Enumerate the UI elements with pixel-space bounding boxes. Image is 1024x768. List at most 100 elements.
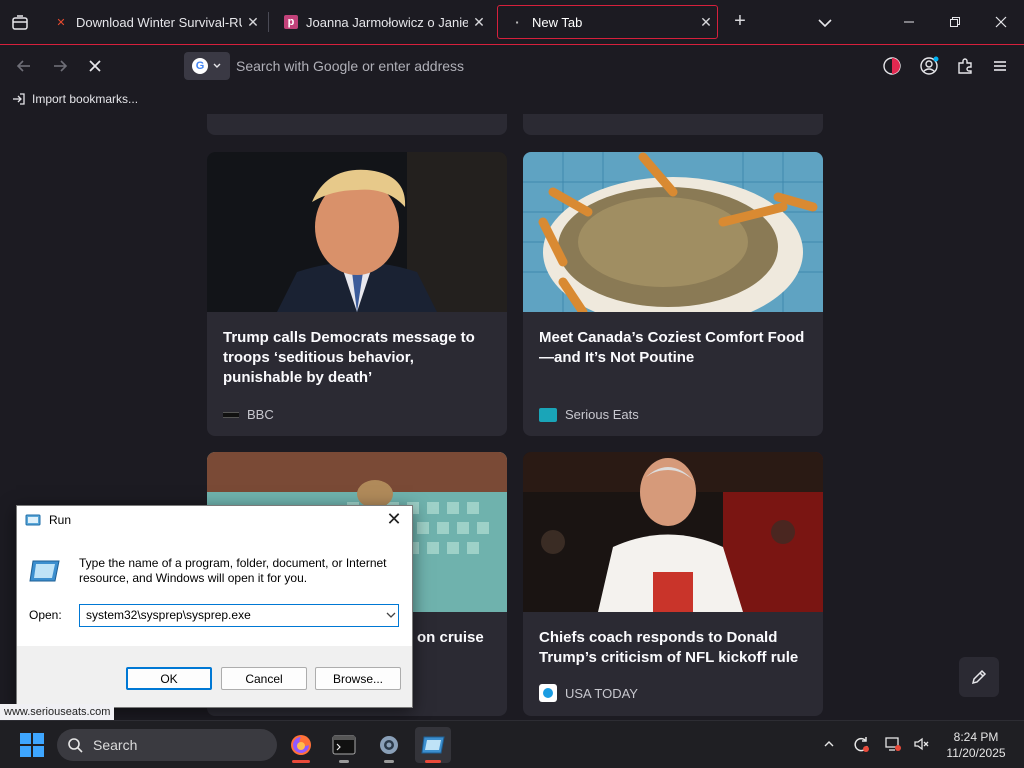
tab-close-icon[interactable]: ✕ bbox=[242, 14, 264, 31]
firefox-favicon-icon: ▪ bbox=[515, 17, 519, 27]
run-body: Type the name of a program, folder, docu… bbox=[17, 534, 412, 646]
stop-button[interactable] bbox=[82, 54, 108, 78]
tab-new-tab[interactable]: ▪ New Tab ✕ bbox=[497, 5, 718, 39]
restore-button[interactable] bbox=[940, 8, 970, 36]
app-menu-button[interactable] bbox=[988, 54, 1012, 78]
tab-close-icon[interactable]: ✕ bbox=[468, 14, 490, 31]
import-icon bbox=[13, 93, 25, 105]
x-favicon-icon: ✕ bbox=[56, 16, 66, 29]
arrow-right-icon bbox=[54, 60, 68, 72]
clock[interactable]: 8:24 PM 11/20/2025 bbox=[940, 729, 1012, 761]
extensions-button[interactable] bbox=[953, 54, 977, 78]
tab-joanna[interactable]: p Joanna Jarmołowicz o Janie Kró ✕ bbox=[272, 5, 490, 39]
tab-strip: ✕ Download Winter Survival-RUNE ✕ p Joan… bbox=[0, 0, 1024, 45]
running-indicator bbox=[292, 760, 310, 763]
volume-tray-button[interactable] bbox=[910, 733, 932, 755]
taskbar-search[interactable]: Search bbox=[57, 729, 277, 761]
windows-logo-icon bbox=[20, 733, 31, 744]
sync-icon bbox=[854, 737, 869, 752]
minimize-icon bbox=[904, 21, 914, 23]
status-url: www.seriouseats.com bbox=[0, 704, 115, 720]
story-card[interactable]: Chiefs coach responds to Donald Trump’s … bbox=[523, 452, 823, 716]
story-card-partial[interactable] bbox=[523, 114, 823, 135]
speaker-muted-icon bbox=[914, 737, 929, 751]
new-tab-button[interactable]: + bbox=[728, 10, 752, 34]
taskbar-settings[interactable] bbox=[371, 727, 407, 763]
taskbar-terminal[interactable] bbox=[326, 727, 362, 763]
url-input[interactable]: Search with Google or enter address bbox=[236, 58, 464, 74]
usa-today-logo-icon bbox=[539, 684, 557, 702]
tab-title: Download Winter Survival-RUNE bbox=[76, 14, 242, 30]
arrow-left-icon bbox=[16, 60, 30, 72]
running-indicator bbox=[425, 760, 441, 763]
network-icon bbox=[885, 737, 901, 751]
firefox-relay-icon bbox=[883, 57, 901, 75]
close-icon[interactable]: ✕ bbox=[382, 508, 406, 532]
run-icon bbox=[421, 736, 445, 754]
import-bookmarks-button[interactable]: Import bookmarks... bbox=[12, 92, 138, 106]
navigation-toolbar: G Search with Google or enter address bbox=[0, 46, 1024, 86]
forward-button[interactable] bbox=[47, 54, 73, 78]
search-icon bbox=[68, 738, 83, 753]
search-engine-button[interactable]: G bbox=[184, 52, 230, 80]
bookmarks-toolbar: Import bookmarks... bbox=[0, 86, 1024, 114]
close-icon bbox=[995, 16, 1007, 28]
windows-logo-icon bbox=[20, 746, 31, 757]
run-title: Run bbox=[49, 513, 72, 527]
restore-icon bbox=[950, 17, 960, 27]
open-input[interactable]: system32\sysprep\sysprep.exe bbox=[79, 604, 399, 627]
show-hidden-icons-button[interactable] bbox=[818, 733, 840, 755]
stop-icon bbox=[89, 60, 101, 72]
story-headline: Chiefs coach responds to Donald Trump’s … bbox=[539, 629, 799, 666]
tab-separator bbox=[268, 12, 269, 32]
story-headline: Trump calls Democrats message to troops … bbox=[223, 329, 475, 386]
story-headline: on cruise bbox=[417, 629, 484, 646]
browse-button[interactable]: Browse... bbox=[315, 667, 401, 690]
run-program-icon bbox=[29, 560, 60, 582]
firefox-view-icon bbox=[12, 15, 28, 30]
ok-button[interactable]: OK bbox=[126, 667, 212, 690]
taskbar-run[interactable] bbox=[415, 727, 451, 763]
open-label: Open: bbox=[29, 608, 62, 622]
run-dialog: Run ✕ Type the name of a program, folder… bbox=[16, 505, 413, 708]
p-favicon-icon: p bbox=[284, 15, 298, 29]
account-extension-button[interactable] bbox=[880, 54, 904, 78]
cancel-button[interactable]: Cancel bbox=[221, 667, 307, 690]
list-all-tabs-button[interactable] bbox=[814, 12, 836, 34]
run-titlebar[interactable]: Run ✕ bbox=[17, 506, 412, 534]
story-image bbox=[523, 452, 823, 612]
story-card[interactable]: Trump calls Democrats message to troops … bbox=[207, 152, 507, 436]
tab-title: Joanna Jarmołowicz o Janie Kró bbox=[306, 14, 468, 30]
story-card-partial[interactable] bbox=[207, 114, 507, 135]
story-headline: Meet Canada’s Coziest Comfort Food—and I… bbox=[539, 329, 805, 366]
plus-icon: + bbox=[734, 10, 746, 32]
chevron-down-icon bbox=[386, 612, 396, 618]
run-icon bbox=[25, 514, 41, 526]
story-source: Serious Eats bbox=[539, 407, 639, 422]
close-window-button[interactable] bbox=[986, 8, 1016, 36]
tab-winter-survival[interactable]: ✕ Download Winter Survival-RUNE ✕ bbox=[42, 5, 264, 39]
clock-time: 8:24 PM bbox=[953, 730, 999, 744]
customize-button[interactable] bbox=[959, 657, 999, 697]
bbc-logo-icon bbox=[223, 411, 239, 418]
update-tray-button[interactable] bbox=[850, 733, 872, 755]
story-source: BBC bbox=[223, 407, 274, 422]
url-bar[interactable]: G Search with Google or enter address bbox=[184, 52, 864, 80]
terminal-icon bbox=[332, 735, 356, 755]
source-label: BBC bbox=[247, 407, 274, 422]
windows-logo-icon bbox=[33, 733, 44, 744]
clock-date: 11/20/2025 bbox=[946, 746, 1006, 760]
tab-close-icon[interactable]: ✕ bbox=[695, 14, 717, 31]
pencil-icon bbox=[971, 669, 987, 685]
story-card[interactable]: Meet Canada’s Coziest Comfort Food—and I… bbox=[523, 152, 823, 436]
account-button[interactable] bbox=[917, 54, 941, 78]
taskbar-firefox[interactable] bbox=[283, 727, 319, 763]
network-tray-button[interactable] bbox=[882, 733, 904, 755]
firefox-view-button[interactable] bbox=[6, 9, 34, 37]
story-source: USA TODAY bbox=[539, 684, 638, 702]
minimize-button[interactable] bbox=[894, 8, 924, 36]
serious-eats-logo-icon bbox=[539, 407, 557, 422]
back-button[interactable] bbox=[11, 54, 37, 78]
gear-icon bbox=[380, 736, 398, 754]
start-button[interactable] bbox=[20, 733, 44, 757]
